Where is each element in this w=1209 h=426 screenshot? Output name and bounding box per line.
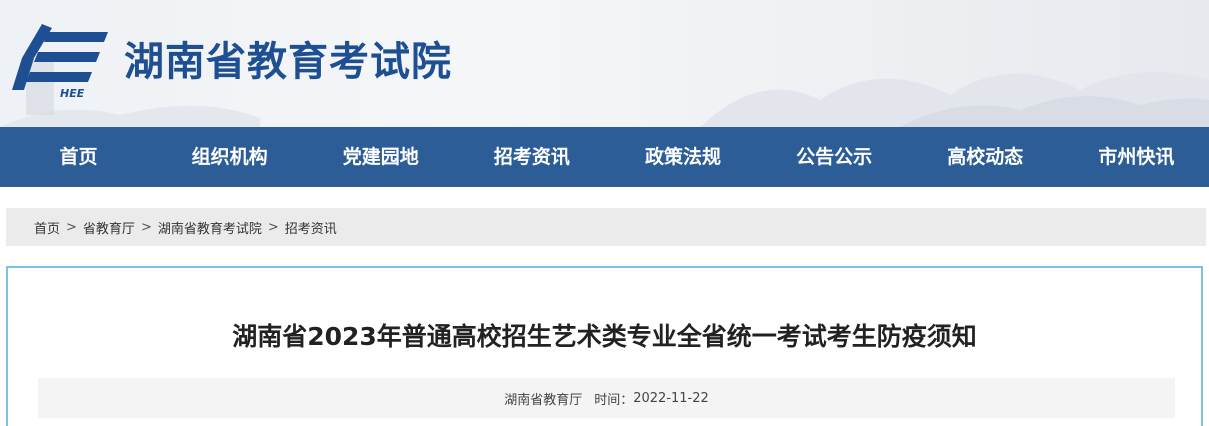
nav-item-home[interactable]: 首页	[6, 127, 151, 187]
nav-item-party-building[interactable]: 党建园地	[308, 127, 453, 187]
site-title[interactable]: 湖南省教育考试院	[124, 36, 452, 88]
nav-item-policies[interactable]: 政策法规	[611, 127, 756, 187]
nav-item-announcements[interactable]: 公告公示	[762, 127, 907, 187]
article-time-label: 时间：	[594, 392, 634, 408]
nav-item-university-news[interactable]: 高校动态	[913, 127, 1058, 187]
breadcrumb: 首页 > 省教育厅 > 湖南省教育考试院 > 招考资讯	[6, 208, 1206, 246]
article-title: 湖南省2023年普通高校招生艺术类专业全省统一考试考生防疫须知	[232, 322, 977, 351]
breadcrumb-home[interactable]: 首页	[34, 218, 60, 237]
article-panel: 湖南省2023年普通高校招生艺术类专业全省统一考试考生防疫须知 湖南省教育厅 时…	[6, 266, 1203, 426]
site-header: HEE 湖南省教育考试院	[0, 0, 1209, 127]
breadcrumb-separator: >	[140, 219, 152, 235]
breadcrumb-education-department[interactable]: 省教育厅	[83, 218, 135, 237]
logo-text: HEE	[60, 87, 85, 100]
article-meta: 湖南省教育厅 时间： 2022-11-22	[38, 378, 1175, 418]
breadcrumb-admissions-news[interactable]: 招考资讯	[285, 218, 337, 237]
article-time-value: 2022-11-22	[633, 390, 709, 406]
breadcrumb-exam-authority[interactable]: 湖南省教育考试院	[158, 218, 262, 237]
nav-item-admissions-news[interactable]: 招考资讯	[459, 127, 604, 187]
breadcrumb-separator: >	[66, 219, 77, 235]
nav-item-organization[interactable]: 组织机构	[157, 127, 302, 187]
hee-logo-icon: HEE	[12, 24, 108, 100]
nav-item-city-news[interactable]: 市州快讯	[1064, 127, 1209, 187]
main-nav: 首页 组织机构 党建园地 招考资讯 政策法规 公告公示 高校动态 市州快讯	[0, 127, 1209, 187]
article-source: 湖南省教育厅	[504, 392, 583, 408]
breadcrumb-separator: >	[267, 219, 279, 235]
